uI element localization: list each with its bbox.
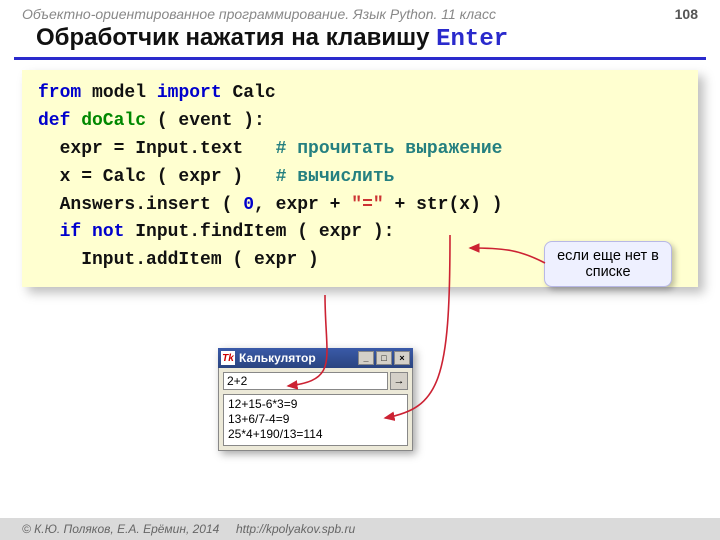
minimize-button[interactable]: _ xyxy=(358,351,374,365)
list-item: 25*4+190/13=114 xyxy=(228,427,403,442)
go-button[interactable]: → xyxy=(390,372,408,390)
page-number: 108 xyxy=(675,6,698,22)
answers-list[interactable]: 12+15-6*3=9 13+6/7-4=9 25*4+190/13=114 xyxy=(223,394,408,446)
callout-note: если еще нет в списке xyxy=(544,241,672,287)
header: Объектно-ориентированное программировани… xyxy=(0,0,720,24)
list-item: 12+15-6*3=9 xyxy=(228,397,403,412)
footer: © К.Ю. Поляков, Е.А. Ерёмин, 2014 http:/… xyxy=(0,518,720,540)
window-titlebar: Tk Калькулятор _ □ × xyxy=(218,348,413,368)
footer-authors: © К.Ю. Поляков, Е.А. Ерёмин, 2014 xyxy=(22,522,219,536)
footer-url: http://kpolyakov.spb.ru xyxy=(236,522,355,536)
code-line-4: x = Calc ( expr ) # вычислить xyxy=(38,164,682,192)
list-item: 13+6/7-4=9 xyxy=(228,412,403,427)
code-line-1: from model import Calc xyxy=(38,80,682,108)
course-title: Объектно-ориентированное программировани… xyxy=(22,6,496,22)
window-body: → 12+15-6*3=9 13+6/7-4=9 25*4+190/13=114 xyxy=(218,368,413,451)
tk-icon: Tk xyxy=(221,351,235,365)
page-title: Обработчик нажатия на клавишу Enter xyxy=(14,24,706,60)
code-line-5: Answers.insert ( 0, expr + "=" + str(x) … xyxy=(38,192,682,220)
calculator-window: Tk Калькулятор _ □ × → 12+15-6*3=9 13+6/… xyxy=(218,348,413,451)
code-line-2: def doCalc ( event ): xyxy=(38,108,682,136)
maximize-button[interactable]: □ xyxy=(376,351,392,365)
code-line-3: expr = Input.text # прочитать выражение xyxy=(38,136,682,164)
expression-input[interactable] xyxy=(223,372,388,390)
close-button[interactable]: × xyxy=(394,351,410,365)
window-title: Калькулятор xyxy=(239,351,316,365)
